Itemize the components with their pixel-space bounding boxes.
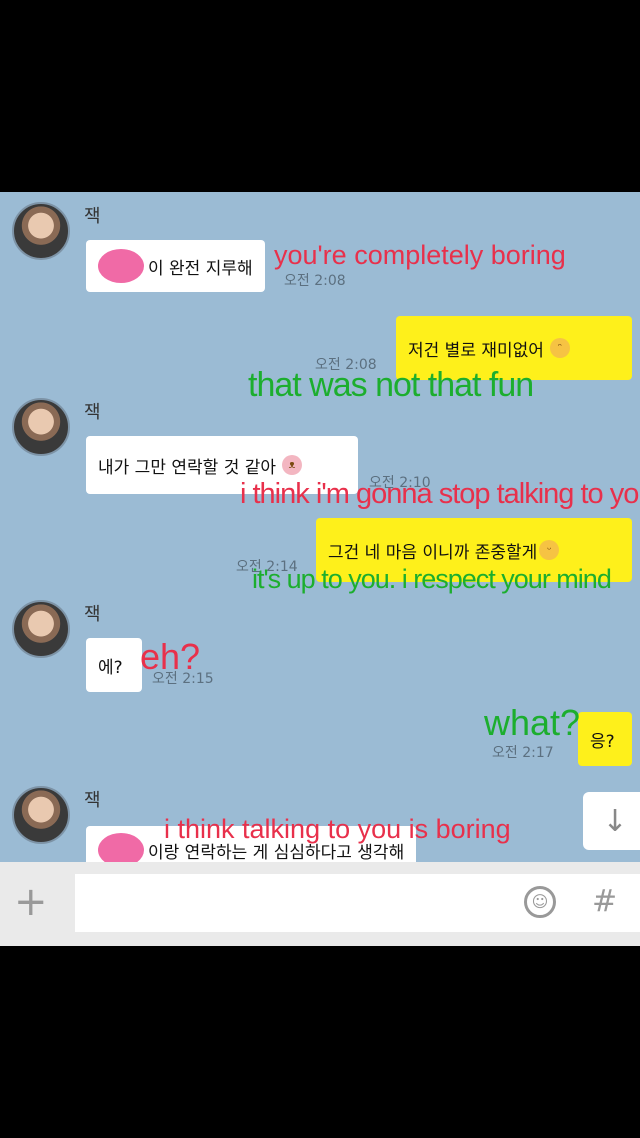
message-text: 내가 그만 연락할 것 같아 [98, 457, 277, 478]
scroll-to-bottom-button[interactable]: ↓ [583, 792, 640, 850]
translation-annotation: that was not that fun [248, 366, 534, 404]
plus-icon[interactable]: + [14, 882, 48, 922]
sender-name: 잭 [84, 604, 101, 625]
message-text: 이 완전 지루해 [148, 258, 253, 279]
translation-annotation: it's up to you. i respect your mind [252, 564, 612, 594]
message-time: 오전 2:17 [492, 745, 554, 761]
redaction-blob [98, 833, 144, 862]
sad-face-emoji: ᵕ [539, 540, 560, 560]
message-text: 그건 네 마음 이니까 존중할게 [328, 542, 538, 563]
avatar[interactable] [12, 202, 70, 260]
message-text: 저건 별로 재미없어 [408, 340, 544, 361]
message-input-bar: + ☺ # [0, 862, 640, 946]
chat-area[interactable]: 잭 이 완전 지루해 you're completely boring 오전 2… [0, 192, 640, 862]
message-time: 오전 2:08 [284, 273, 346, 289]
translation-annotation: i think i'm gonna stop talking to you [240, 478, 640, 510]
message-bubble[interactable]: 이 완전 지루해 [86, 240, 265, 292]
translation-annotation: you're completely boring [274, 240, 566, 270]
avatar[interactable] [12, 398, 70, 456]
avatar[interactable] [12, 600, 70, 658]
translation-annotation: i think talking to you is boring [164, 814, 511, 844]
message-bubble[interactable]: 에? [86, 638, 142, 692]
avatar[interactable] [12, 786, 70, 844]
sender-name: 잭 [84, 790, 101, 811]
sweat-smile-emoji: ᵔ [549, 338, 570, 358]
pig-face-emoji: ᴥ [282, 455, 303, 475]
message-text: 응? [590, 731, 615, 752]
translation-annotation: eh? [140, 636, 201, 677]
sender-name: 잭 [84, 206, 101, 227]
redaction-blob [98, 249, 144, 283]
message-text: 에? [98, 657, 123, 678]
emoticon-icon[interactable]: ☺ [524, 886, 556, 918]
translation-annotation: what? [484, 702, 581, 743]
sender-name: 잭 [84, 402, 101, 423]
down-arrow-icon: ↓ [602, 803, 628, 839]
hash-icon[interactable]: # [592, 884, 617, 919]
message-bubble[interactable]: 응? [578, 712, 632, 766]
